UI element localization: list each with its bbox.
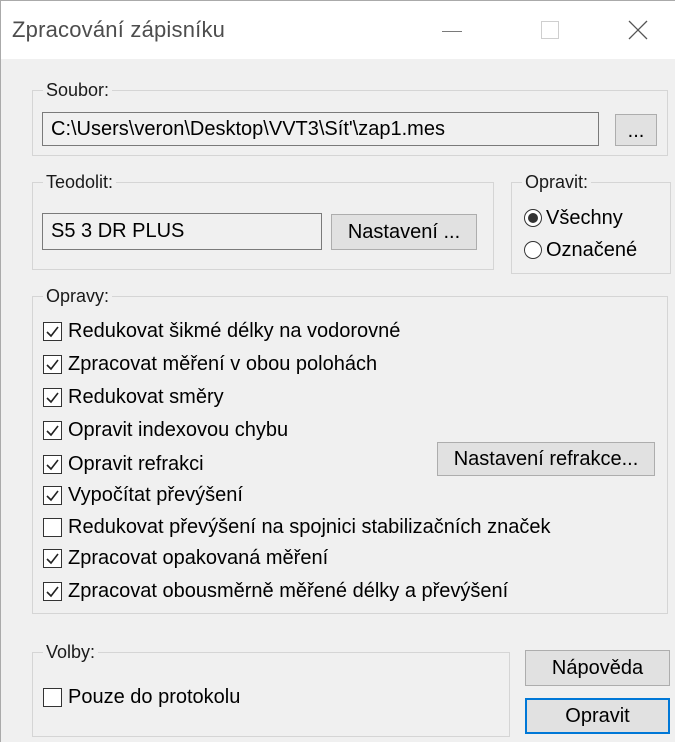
checkbox-repeated[interactable]: Zpracovat opakovaná měření xyxy=(43,546,328,570)
checkbox-both-faces[interactable]: Zpracovat měření v obou polohách xyxy=(43,352,377,376)
checkbox-reduce-slope-box[interactable] xyxy=(43,321,62,341)
volby-label: Volby: xyxy=(43,642,99,662)
title-bar: Zpracování zápisníku xyxy=(1,1,675,59)
window-title: Zpracování zápisníku xyxy=(12,17,226,42)
checkbox-reduce-slope[interactable]: Redukovat šikmé délky na vodorovné xyxy=(43,319,400,343)
checkbox-repeated-label: Zpracovat opakovaná měření xyxy=(68,547,329,569)
checkbox-protocol-only-label: Pouze do protokolu xyxy=(68,686,241,708)
checkbox-index-error-box[interactable] xyxy=(43,420,62,440)
checkbox-height-diff[interactable]: Vypočítat převýšení xyxy=(43,483,243,507)
check-icon xyxy=(46,586,59,597)
check-icon xyxy=(46,326,59,337)
checkbox-reduce-height-marks-box[interactable] xyxy=(43,517,62,537)
radio-marked-label: Označené xyxy=(546,239,638,261)
check-icon xyxy=(46,392,59,403)
browse-button[interactable]: ... xyxy=(615,114,657,146)
radio-all-indicator[interactable] xyxy=(524,209,542,227)
checkbox-bidirectional-label: Zpracovat obousměrně měřené délky a přev… xyxy=(68,580,509,602)
maximize-button[interactable] xyxy=(510,9,580,51)
close-button[interactable] xyxy=(601,9,671,51)
help-button[interactable]: Nápověda xyxy=(525,650,670,686)
teodolit-label: Teodolit: xyxy=(43,172,117,192)
theodolite-settings-button[interactable]: Nastavení ... xyxy=(331,214,477,250)
checkbox-index-error-label: Opravit indexovou chybu xyxy=(68,419,289,441)
checkbox-refraction[interactable]: Opravit refrakci xyxy=(43,452,204,476)
opravit-label: Opravit: xyxy=(522,172,592,192)
checkbox-refraction-box[interactable] xyxy=(43,454,62,474)
checkbox-repeated-box[interactable] xyxy=(43,548,62,568)
checkbox-height-diff-box[interactable] xyxy=(43,485,62,505)
checkbox-reduce-height-marks[interactable]: Redukovat převýšení na spojnici stabiliz… xyxy=(43,515,550,539)
checkbox-reduce-directions-box[interactable] xyxy=(43,387,62,407)
opravy-label: Opravy: xyxy=(43,286,113,306)
checkbox-bidirectional[interactable]: Zpracovat obousměrně měřené délky a přev… xyxy=(43,579,508,603)
checkbox-reduce-slope-label: Redukovat šikmé délky na vodorovné xyxy=(68,320,401,342)
minimize-button[interactable] xyxy=(414,9,484,51)
close-icon xyxy=(628,20,648,40)
checkbox-both-faces-box[interactable] xyxy=(43,354,62,374)
checkbox-reduce-directions-label: Redukovat směry xyxy=(68,386,224,408)
radio-marked[interactable]: Označené xyxy=(524,239,637,261)
check-icon xyxy=(46,425,59,436)
checkbox-reduce-height-marks-label: Redukovat převýšení na spojnici stabiliz… xyxy=(68,516,551,538)
checkbox-reduce-directions[interactable]: Redukovat směry xyxy=(43,385,224,409)
check-icon xyxy=(46,553,59,564)
file-path-field[interactable]: C:\Users\veron\Desktop\VVT3\Sít'\zap1.me… xyxy=(42,112,599,146)
soubor-label: Soubor: xyxy=(43,80,113,100)
checkbox-protocol-only[interactable]: Pouze do protokolu xyxy=(43,685,240,709)
checkbox-height-diff-label: Vypočítat převýšení xyxy=(68,484,243,506)
refraction-settings-button[interactable]: Nastavení refrakce... xyxy=(437,442,655,476)
dialog-window: Zpracování zápisníku Soubor: C:\Users\ve… xyxy=(0,0,675,742)
theodolite-field[interactable]: S5 3 DR PLUS xyxy=(42,213,322,250)
checkbox-protocol-only-box[interactable] xyxy=(43,687,62,707)
checkbox-both-faces-label: Zpracovat měření v obou polohách xyxy=(68,353,378,375)
check-icon xyxy=(46,459,59,470)
checkbox-index-error[interactable]: Opravit indexovou chybu xyxy=(43,418,288,442)
checkbox-bidirectional-box[interactable] xyxy=(43,581,62,601)
radio-all[interactable]: Všechny xyxy=(524,207,623,229)
apply-button[interactable]: Opravit xyxy=(525,698,670,734)
radio-marked-indicator[interactable] xyxy=(524,241,542,259)
check-icon xyxy=(46,490,59,501)
check-icon xyxy=(46,359,59,370)
checkbox-refraction-label: Opravit refrakci xyxy=(68,453,204,475)
radio-all-label: Všechny xyxy=(546,207,623,229)
